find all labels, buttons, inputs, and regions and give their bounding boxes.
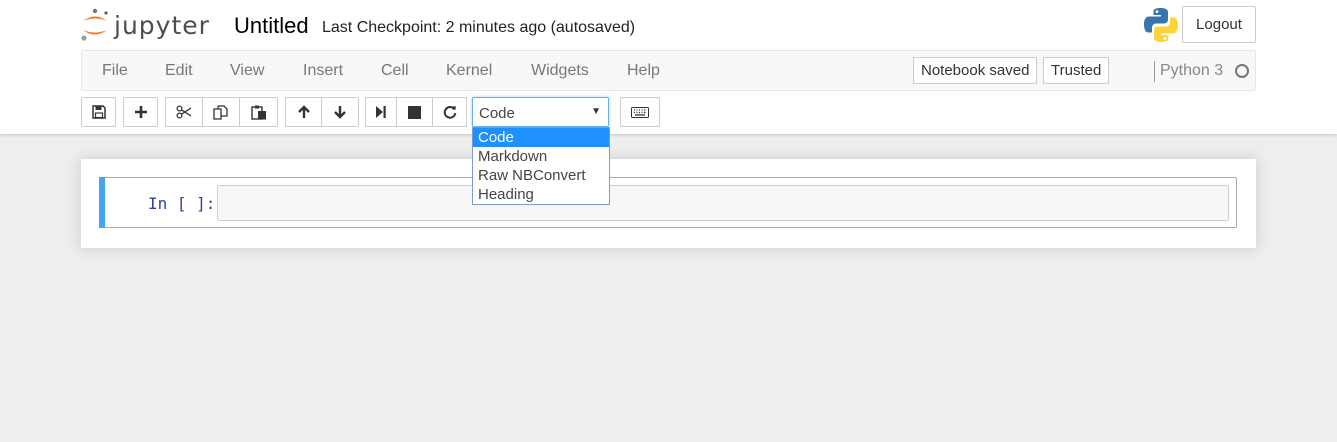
paste-icon <box>250 105 266 120</box>
menu-help[interactable]: Help <box>627 62 660 80</box>
logout-button[interactable]: Logout <box>1182 6 1256 43</box>
cell-type-select[interactable]: Code ▼ <box>472 97 609 127</box>
copy-icon <box>213 104 228 120</box>
insert-cell-button[interactable] <box>123 97 158 127</box>
menu-kernel[interactable]: Kernel <box>446 62 492 80</box>
cell-selection-bar <box>99 177 105 228</box>
trusted-indicator[interactable]: Trusted <box>1043 57 1110 84</box>
restart-icon <box>443 106 456 119</box>
cell-type-dropdown: Code Markdown Raw NBConvert Heading <box>472 127 610 205</box>
cell-type-option-code[interactable]: Code <box>473 128 609 147</box>
cell-type-value: Code <box>479 105 515 122</box>
python-logo-icon <box>1144 8 1178 42</box>
run-icon <box>376 106 386 118</box>
cell-type-option-heading[interactable]: Heading <box>473 185 609 204</box>
cut-button[interactable] <box>165 97 203 127</box>
save-button[interactable] <box>81 97 116 127</box>
menu-edit[interactable]: Edit <box>165 62 193 80</box>
move-down-button[interactable] <box>321 97 359 127</box>
move-up-button[interactable] <box>285 97 322 127</box>
jupyter-logo[interactable]: jupyter <box>80 8 210 42</box>
menu-view[interactable]: View <box>230 62 264 80</box>
copy-button[interactable] <box>202 97 240 127</box>
jupyter-wordmark: jupyter <box>114 10 210 40</box>
dropdown-arrow-icon: ▼ <box>591 106 601 117</box>
header: jupyter Untitled Last Checkpoint: 2 minu… <box>0 0 1337 134</box>
save-icon <box>91 105 106 119</box>
menu-cell[interactable]: Cell <box>381 62 409 80</box>
code-cell[interactable]: In [ ]: <box>99 177 1237 228</box>
plus-icon <box>134 106 147 118</box>
menu-widgets[interactable]: Widgets <box>531 62 589 80</box>
arrow-down-icon <box>334 106 346 119</box>
restart-button[interactable] <box>432 97 467 127</box>
menubar: File Edit View Insert Cell Kernel Widget… <box>81 50 1256 91</box>
cut-icon <box>176 105 192 119</box>
notebook-name[interactable]: Untitled <box>234 13 309 39</box>
jupyter-logo-icon <box>81 8 108 41</box>
menu-insert[interactable]: Insert <box>303 62 343 80</box>
notification-indicator[interactable]: Notebook saved <box>913 57 1038 84</box>
arrow-up-icon <box>297 105 310 118</box>
checkpoint-status: Last Checkpoint: 2 minutes ago (autosave… <box>322 19 636 36</box>
interrupt-button[interactable] <box>396 97 433 127</box>
cell-prompt: In [ ]: <box>148 194 216 213</box>
run-button[interactable] <box>365 97 397 127</box>
cell-type-option-raw[interactable]: Raw NBConvert <box>473 166 609 185</box>
paste-button[interactable] <box>239 97 278 127</box>
cell-input-area[interactable] <box>217 185 1229 221</box>
menu-file[interactable]: File <box>102 62 128 80</box>
notebook-container: In [ ]: <box>81 159 1256 248</box>
stop-icon <box>408 105 421 119</box>
keyboard-icon <box>631 106 649 118</box>
command-palette-button[interactable] <box>620 97 660 127</box>
kernel-name: Python 3 <box>1160 62 1224 79</box>
kernel-status-icon <box>1235 64 1249 78</box>
cell-type-option-markdown[interactable]: Markdown <box>473 147 609 166</box>
kernel-divider <box>1154 61 1155 82</box>
